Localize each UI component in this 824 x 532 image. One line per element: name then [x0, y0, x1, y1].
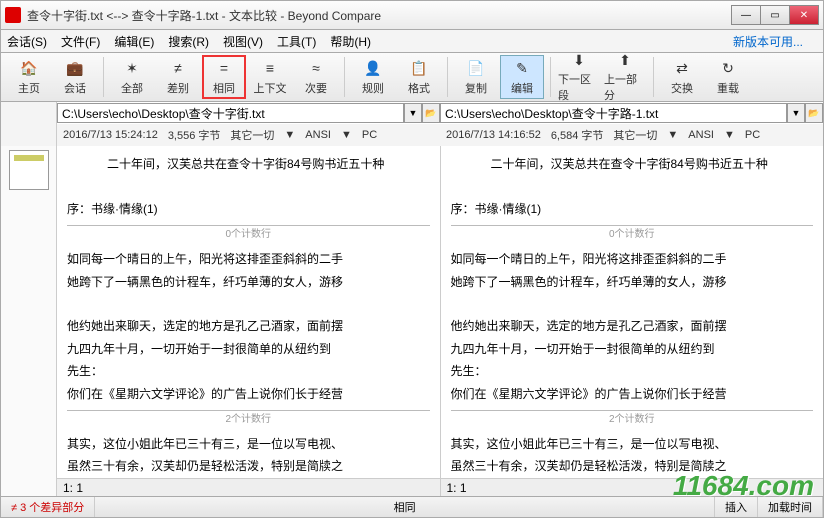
right-pane[interactable]: 二十年间，汉芙总共在查令十字街84号购书近五十种 序：书缘·情缘(1) 0个计数…: [441, 146, 824, 496]
menu-session[interactable]: 会话(S): [7, 33, 47, 50]
compare-content: 二十年间，汉芙总共在查令十字街84号购书近五十种 序：书缘·情缘(1) 0个计数…: [0, 146, 824, 496]
separator: [550, 57, 551, 97]
reload-icon: ↻: [718, 58, 738, 78]
maximize-button[interactable]: ▭: [760, 5, 790, 25]
status-mode: 相同: [95, 497, 715, 517]
nav-gutter-info: [1, 124, 57, 146]
all-icon: ✶: [122, 58, 142, 78]
menu-view[interactable]: 视图(V): [223, 33, 263, 50]
left-open-button[interactable]: 📂: [422, 103, 440, 123]
right-path-input[interactable]: [440, 103, 787, 123]
right-info: 2016/7/13 14:16:526,584 字节 其它一切▼ ANSI▼ P…: [440, 124, 823, 146]
swap-button[interactable]: ⇄交换: [660, 55, 704, 99]
home-button[interactable]: 🏠主页: [7, 55, 51, 99]
status-diffs: ≠ 3 个差异部分: [1, 497, 95, 517]
menu-search[interactable]: 搜索(R): [168, 33, 209, 50]
thumbnail-icon: [9, 150, 49, 190]
format-icon: 📋: [409, 58, 429, 78]
new-version-link[interactable]: 新版本可用...: [733, 33, 803, 50]
approx-icon: ≈: [306, 58, 326, 78]
window-title: 查令十字街.txt <--> 查令十字路-1.txt - 文本比较 - Beyo…: [27, 7, 732, 24]
menu-tools[interactable]: 工具(T): [277, 33, 316, 50]
separator: [653, 57, 654, 97]
right-path-dropdown[interactable]: ▼: [787, 103, 805, 123]
notequal-icon: ≠: [168, 58, 188, 78]
session-button[interactable]: 💼会话: [53, 55, 97, 99]
swap-icon: ⇄: [672, 58, 692, 78]
divider-label: 2个计数行: [67, 410, 430, 428]
home-icon: 🏠: [19, 58, 39, 78]
divider-label: 2个计数行: [451, 410, 814, 428]
status-bar: ≠ 3 个差异部分 相同 插入 加载时间: [0, 496, 824, 518]
close-button[interactable]: ✕: [789, 5, 819, 25]
same-button[interactable]: =相同: [202, 55, 246, 99]
right-cursor-pos: 1: 1: [441, 478, 824, 496]
format-button[interactable]: 📋格式: [397, 55, 441, 99]
all-button[interactable]: ✶全部: [110, 55, 154, 99]
context-icon: ≡: [260, 58, 280, 78]
separator: [344, 57, 345, 97]
path-row: ▼ 📂 ▼ 📂: [0, 102, 824, 124]
title-bar: 查令十字街.txt <--> 查令十字路-1.txt - 文本比较 - Beyo…: [0, 0, 824, 30]
left-path-input[interactable]: [57, 103, 404, 123]
separator: [103, 57, 104, 97]
left-pane[interactable]: 二十年间，汉芙总共在查令十字街84号购书近五十种 序：书缘·情缘(1) 0个计数…: [57, 146, 441, 496]
left-info: 2016/7/13 15:24:123,556 字节 其它一切▼ ANSI▼ P…: [57, 124, 440, 146]
status-loadtime: 加载时间: [758, 497, 823, 517]
down-icon: ⬇: [569, 52, 589, 69]
minor-button[interactable]: ≈次要: [294, 55, 338, 99]
rules-button[interactable]: 👤规则: [351, 55, 395, 99]
context-button[interactable]: ≡上下文: [248, 55, 292, 99]
edit-button[interactable]: ✎编辑: [500, 55, 544, 99]
menu-file[interactable]: 文件(F): [61, 33, 100, 50]
app-icon: [5, 7, 21, 23]
pencil-icon: ✎: [512, 58, 532, 78]
briefcase-icon: 💼: [65, 58, 85, 78]
left-path-dropdown[interactable]: ▼: [404, 103, 422, 123]
thumbnail-gutter[interactable]: [1, 146, 57, 496]
minimize-button[interactable]: —: [731, 5, 761, 25]
diff-button[interactable]: ≠差别: [156, 55, 200, 99]
divider-label: 0个计数行: [67, 225, 430, 243]
right-open-button[interactable]: 📂: [805, 103, 823, 123]
prev-diff-button[interactable]: ⬆上一部分: [603, 55, 647, 99]
next-diff-button[interactable]: ⬇下一区段: [557, 55, 601, 99]
menu-edit[interactable]: 编辑(E): [114, 33, 154, 50]
up-icon: ⬆: [615, 52, 635, 69]
equal-icon: =: [214, 58, 234, 78]
nav-gutter-top: [1, 102, 57, 124]
left-cursor-pos: 1: 1: [57, 478, 440, 496]
separator: [447, 57, 448, 97]
copy-button[interactable]: 📄复制: [454, 55, 498, 99]
toolbar: 🏠主页 💼会话 ✶全部 ≠差别 =相同 ≡上下文 ≈次要 👤规则 📋格式 📄复制…: [0, 52, 824, 102]
status-insert: 插入: [715, 497, 758, 517]
menu-help[interactable]: 帮助(H): [330, 33, 371, 50]
menu-bar: 会话(S) 文件(F) 编辑(E) 搜索(R) 视图(V) 工具(T) 帮助(H…: [0, 30, 824, 52]
reload-button[interactable]: ↻重载: [706, 55, 750, 99]
info-row: 2016/7/13 15:24:123,556 字节 其它一切▼ ANSI▼ P…: [0, 124, 824, 146]
copy-icon: 📄: [466, 58, 486, 78]
referee-icon: 👤: [363, 58, 383, 78]
divider-label: 0个计数行: [451, 225, 814, 243]
